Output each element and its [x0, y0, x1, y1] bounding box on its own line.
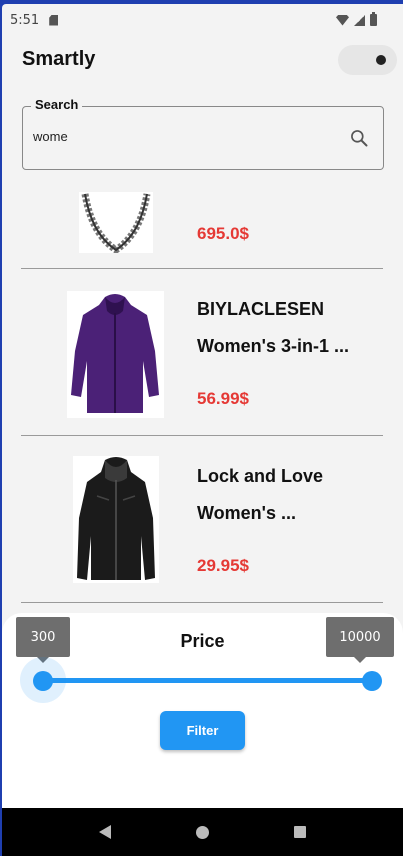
product-price: 56.99$ — [197, 389, 249, 408]
product-item[interactable]: 695.0$ — [21, 186, 383, 269]
product-title-line1: BIYLACLESEN — [197, 299, 325, 319]
screen: 5:51 Smartly Search 695.0$ — [2, 4, 403, 856]
product-price: 695.0$ — [197, 224, 249, 243]
product-image-black-jacket — [73, 456, 159, 583]
sd-card-icon — [49, 14, 59, 26]
max-price-tooltip: 10000 — [326, 617, 394, 663]
status-time: 5:51 — [10, 12, 40, 28]
app-title: Smartly — [22, 48, 96, 70]
product-price: 29.95$ — [197, 556, 249, 575]
price-filter-sheet: Price 300 10000 Filter — [2, 613, 403, 809]
product-title-line1: Lock and Love — [197, 466, 324, 486]
back-icon[interactable] — [99, 825, 112, 839]
battery-icon — [370, 12, 377, 26]
status-bar: 5:51 — [2, 4, 403, 36]
price-range-track[interactable] — [42, 678, 372, 683]
signal-icon — [354, 14, 365, 26]
wifi-icon — [336, 14, 349, 26]
search-input[interactable] — [33, 129, 323, 144]
product-title-line2: Women's ... — [197, 503, 296, 523]
search-field[interactable]: Search — [22, 97, 384, 170]
search-icon[interactable] — [349, 128, 369, 148]
recents-icon[interactable] — [293, 826, 306, 838]
filter-button[interactable]: Filter — [160, 711, 245, 750]
max-price-thumb[interactable] — [362, 671, 382, 691]
min-price-thumb[interactable] — [33, 671, 53, 691]
product-title-line2: Women's 3-in-1 ... — [197, 336, 349, 356]
product-item[interactable]: BIYLACLESEN Women's 3-in-1 ... 56.99$ — [21, 269, 383, 436]
product-item[interactable]: Lock and Love Women's ... 29.95$ — [21, 436, 383, 603]
toggle-knob — [376, 55, 386, 65]
theme-toggle[interactable] — [338, 45, 397, 75]
system-nav-bar — [2, 808, 403, 856]
search-label: Search — [31, 97, 83, 112]
product-image-necklace — [79, 192, 153, 253]
product-image-purple-jacket — [67, 291, 164, 418]
min-price-tooltip: 300 — [16, 617, 70, 663]
home-icon[interactable] — [195, 825, 209, 839]
